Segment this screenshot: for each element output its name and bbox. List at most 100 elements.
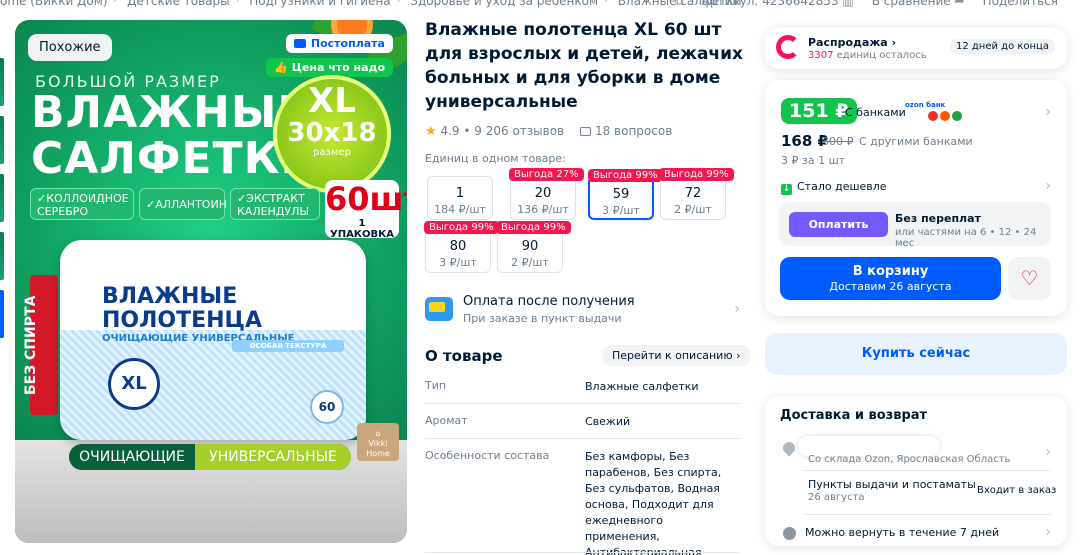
cod-subtitle: При заказе в пункт выдачи: [463, 312, 622, 325]
thumbs-up-icon: 👍: [274, 61, 292, 74]
option-price: 2 ₽/шт: [511, 256, 549, 269]
unit-option[interactable]: Выгода 99% 72 2 ₽/шт: [659, 168, 734, 220]
share-button[interactable]: Поделиться: [983, 0, 1058, 8]
prop-value: Без камфоры, Без парабенов, Без спирта, …: [585, 450, 722, 555]
size-caption: размер: [313, 147, 351, 158]
similar-button[interactable]: Похожие: [28, 34, 112, 61]
unit-option[interactable]: Выгода 99% 80 3 ₽/шт: [424, 221, 499, 273]
add-to-cart-button[interactable]: В корзину Доставим 26 августа: [780, 257, 1001, 300]
good-price-label: Цена что надо: [291, 61, 385, 74]
prop-value: Влажные салфетки: [585, 380, 699, 393]
price-dropped[interactable]: ↓ Стало дешевле: [781, 180, 887, 195]
thumbnail-selected[interactable]: [0, 290, 4, 338]
breadcrumb-item[interactable]: Здоровье и уход за ребенком: [410, 0, 598, 8]
top-actions: ⧉ Артикул: 4236642853 ▥ В сравнение ➦ Подел…: [675, 0, 1058, 9]
divider: [425, 438, 740, 439]
option-count: 20: [534, 186, 552, 201]
prop-name: Тип: [425, 379, 447, 392]
address-field[interactable]: [798, 436, 940, 456]
size-text: 30x18: [287, 118, 377, 148]
feature-label: КОЛЛОИДНОЕ СЕРЕБРО: [37, 192, 129, 218]
return-icon: [783, 527, 796, 540]
compare-button[interactable]: В сравнение: [872, 0, 951, 8]
check-icon: ✓: [37, 192, 47, 205]
option-count: 72: [684, 186, 702, 201]
go-to-description-button[interactable]: Перейти к описанию ›: [603, 345, 750, 366]
breadcrumb-separator: ·: [396, 0, 401, 8]
with-banks-label: С банками: [845, 106, 906, 119]
package-xl-seal: XL: [108, 358, 160, 410]
article-number[interactable]: Артикул: 4236642853: [702, 0, 839, 8]
chevron-right-icon[interactable]: ›: [1045, 178, 1051, 194]
option-count: 59: [612, 187, 630, 202]
option-price: 3 ₽/шт: [602, 204, 640, 217]
pay-later-button[interactable]: Оплатить позже: [789, 212, 888, 256]
breadcrumb-item[interactable]: Подгузники и гигиена: [249, 0, 390, 8]
breadcrumb-item[interactable]: ome (Викки Дом): [0, 0, 108, 8]
breadcrumb-item[interactable]: Детские товары: [127, 0, 229, 8]
sale-title-text: Распродажа: [808, 36, 888, 49]
thumbnail[interactable]: [0, 116, 4, 164]
thumbnail[interactable]: [0, 58, 4, 106]
arrow-down-icon: ↓: [781, 184, 792, 195]
breadcrumb-separator: ·: [113, 0, 118, 8]
bank-logos: [928, 106, 964, 125]
thumbnail-strip: [0, 58, 4, 388]
package-texture-label: ОСОБАЯ ТЕКСТУРА: [232, 340, 344, 352]
star-icon: ★: [425, 124, 437, 139]
chevron-right-icon[interactable]: ›: [1045, 104, 1051, 120]
package-title-1: ВЛАЖНЫЕ: [102, 284, 238, 309]
pickup-points[interactable]: Пункты выдачи и постаматы: [808, 478, 976, 491]
chevron-right-icon: ›: [891, 36, 897, 49]
postpay-label: Постоплата: [310, 37, 385, 50]
feature-label: АЛЛАНТОИН: [155, 198, 227, 211]
thumbnail[interactable]: [0, 174, 4, 222]
product-title: Влажные полотенца XL 60 шт для взрослых …: [425, 20, 743, 112]
package-title-2: ПОЛОТЕНЦА: [102, 308, 262, 333]
cash-on-delivery[interactable]: Оплата после получения При заказе в пунк…: [425, 291, 740, 331]
brand-logo: ⌂ Vikki Home: [357, 423, 399, 461]
questions-link[interactable]: 18 вопросов: [579, 124, 672, 138]
option-price: 184 ₽/шт: [434, 203, 486, 216]
package-image: ВЛАЖНЫЕ ПОЛОТЕНЦА ОЧИЩАЮЩИЕ УНИВЕРСАЛЬНЫ…: [60, 240, 366, 440]
pack-count-text: 1 УПАКОВКА: [329, 218, 395, 240]
xl-text: XL: [308, 81, 356, 121]
sale-title: Распродажа ›: [808, 36, 896, 49]
breadcrumb: ome (Викки Дом) · Детские товары · Подгузн…: [0, 0, 748, 8]
unit-option[interactable]: Выгода 99% 90 2 ₽/шт: [496, 221, 571, 273]
sale-banner[interactable]: Распродажа › 3307 единиц осталось 12 дне…: [765, 27, 1067, 69]
discount-badge: Выгода 27%: [509, 168, 584, 181]
chevron-right-icon[interactable]: ›: [1045, 444, 1051, 460]
share-icon: ➦: [954, 0, 965, 8]
price-per-unit: 3 ₽ за 1 шт: [781, 154, 846, 167]
divider: [803, 470, 1051, 471]
other-banks-label: С другими банками: [859, 135, 973, 148]
copy-icon: ⧉: [675, 0, 684, 8]
add-to-cart-label: В корзину: [852, 264, 929, 279]
chevron-right-icon[interactable]: ›: [1045, 524, 1051, 540]
thumbnail[interactable]: [0, 232, 4, 280]
prop-name: Особенности состава: [425, 449, 550, 462]
unit-option[interactable]: 1 184 ₽/шт: [427, 176, 493, 220]
bottom-pill: ОЧИЩАЮЩИЕ УНИВЕРСАЛЬНЫЕ: [69, 444, 351, 470]
rating-reviews[interactable]: 4.9 • 9 206 отзывов: [440, 124, 564, 138]
unit-option[interactable]: Выгода 27% 20 136 ₽/шт: [509, 168, 584, 220]
units-left-count: 3307: [808, 50, 834, 61]
bank-icon: [952, 111, 962, 121]
sale-icon: [776, 35, 800, 59]
heart-icon[interactable]: ♡: [1008, 257, 1051, 300]
pay-later-block[interactable]: Оплатить позже Без переплат или частями …: [779, 202, 1051, 256]
divider: [803, 514, 1051, 515]
size-circle: XL 30x18 размер: [273, 75, 391, 193]
pay-later-subtitle: или частями на 6 • 12 • 24 мес: [895, 227, 1037, 249]
delivery-card: Доставка и возврат › Со склада Ozon, Яро…: [765, 396, 1067, 546]
about-title: О товаре: [425, 347, 503, 365]
product-image[interactable]: Похожие Постоплата 👍 Цена что надо БОЛЬШ…: [15, 20, 407, 543]
divider: [425, 403, 740, 404]
discount-badge: Выгода 99%: [588, 169, 663, 182]
sale-units: 3307 единиц осталось: [808, 50, 927, 61]
buy-now-button[interactable]: Купить сейчас: [765, 333, 1067, 375]
unit-option-selected[interactable]: Выгода 99% 59 3 ₽/шт: [588, 169, 663, 220]
chevron-right-icon: ›: [736, 349, 741, 362]
return-policy[interactable]: Можно вернуть в течение 7 дней: [805, 526, 999, 539]
